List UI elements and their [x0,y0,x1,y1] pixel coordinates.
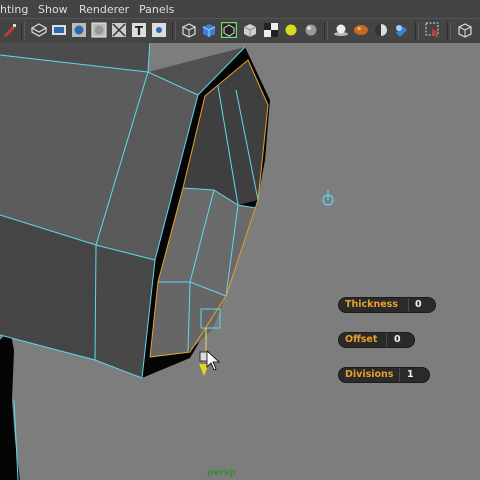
sphere-icon[interactable] [263,22,279,38]
menu-lighting[interactable]: hting [0,3,28,16]
grid-icon[interactable] [91,22,107,38]
hud-thickness-field[interactable]: Thickness 0 [339,298,435,312]
svg-text:T: T [135,24,144,38]
toolbar-separator [447,22,451,40]
select-camera-icon[interactable] [2,22,18,38]
camera-icon[interactable] [457,22,473,38]
hud-divisions-value[interactable]: 1 [407,369,414,380]
panel-toolbar: T [0,18,480,43]
menu-bar: hting Show Renderer Panels [0,0,480,18]
film-gate-icon[interactable] [51,22,67,38]
mouse-cursor-icon [206,350,221,371]
ambient-occlusion-icon[interactable] [333,22,349,38]
menu-panels[interactable]: Panels [139,3,174,16]
hud-divisions-label: Divisions [345,369,394,380]
menu-show[interactable]: Show [38,3,68,16]
shadows-icon[interactable] [303,22,319,38]
menu-renderer[interactable]: Renderer [79,3,129,16]
hud-thickness-value[interactable]: 0 [415,299,422,310]
motion-blur-icon[interactable] [353,22,369,38]
camera-name-label: persp [207,468,236,478]
perspective-viewport[interactable]: Thickness 0 Offset 0 Divisions 1 persp [0,43,480,480]
hud-divider [386,333,387,347]
use-all-lights-icon[interactable] [283,22,299,38]
toolbar-separator [172,22,176,40]
wireframe-on-shaded-icon[interactable] [201,22,217,38]
hud-offset-field[interactable]: Offset 0 [339,333,414,347]
checker-icon[interactable] [221,22,237,38]
toolbar-separator [324,22,328,40]
texture-icon[interactable]: T [131,22,147,38]
hud-divider [399,368,400,382]
hud-divisions-field[interactable]: Divisions 1 [339,368,429,382]
hud-divider [408,298,409,312]
hud-offset-value[interactable]: 0 [394,334,401,345]
isolate-select-icon[interactable] [373,22,389,38]
shape-icon[interactable] [393,22,409,38]
default-material-icon[interactable] [242,22,258,38]
mesh-canvas[interactable] [0,43,480,480]
hud-thickness-label: Thickness [345,299,398,310]
hud-offset-label: Offset [345,334,378,345]
bounding-box-icon[interactable] [151,22,167,38]
xray-icon[interactable] [111,22,127,38]
toolbar-separator [21,22,25,40]
isolate-select-icon-2[interactable] [425,22,441,38]
resolution-gate-icon[interactable] [71,22,87,38]
smooth-shade-icon[interactable] [181,22,197,38]
pivot-icon[interactable] [322,190,334,206]
wireframe-icon[interactable] [31,22,47,38]
toolbar-separator [415,22,419,40]
